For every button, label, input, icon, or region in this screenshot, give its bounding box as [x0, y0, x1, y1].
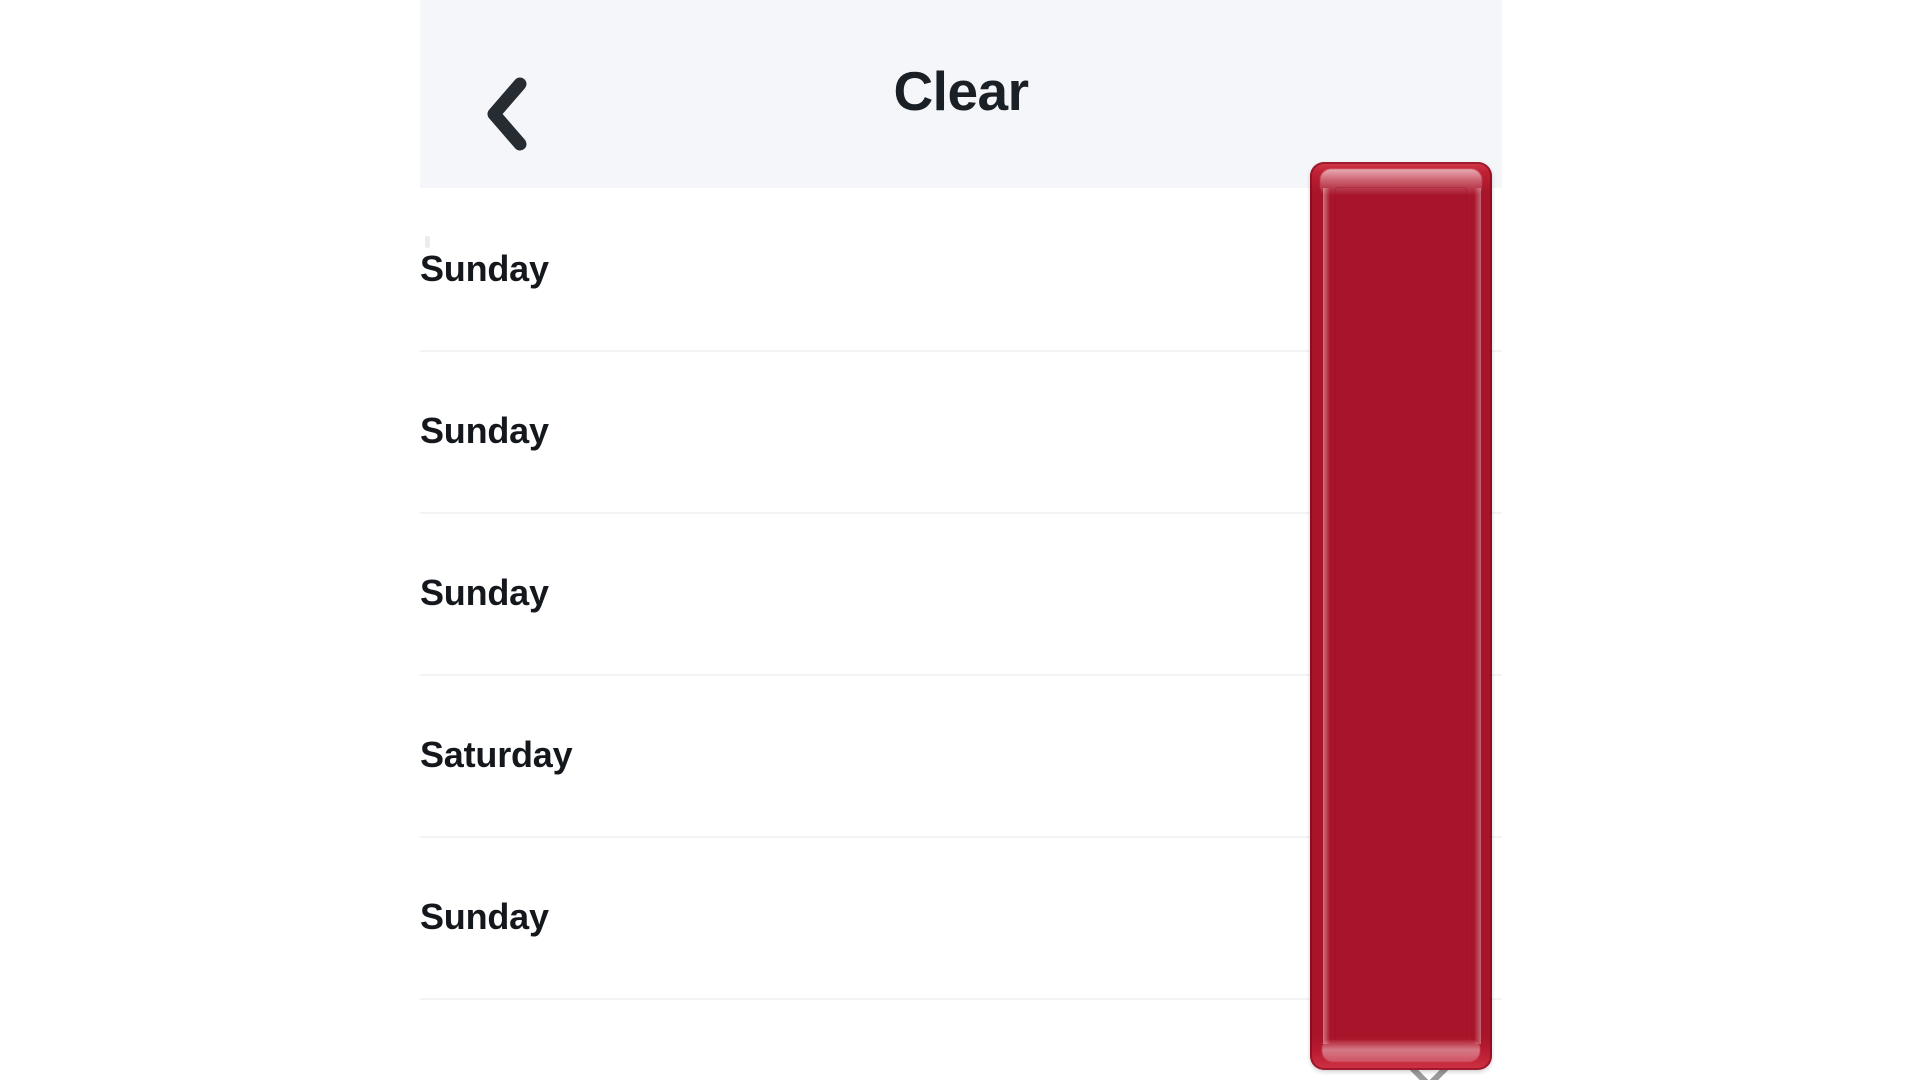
- close-x-icon: [1378, 894, 1424, 940]
- app-header: Clear: [420, 0, 1502, 188]
- row-label: Sunday: [420, 410, 549, 451]
- row-label: Sunday: [420, 248, 549, 289]
- clear-row-button[interactable]: [1346, 836, 1456, 998]
- history-list: Sunday Sunday Sunday Saturday Sunday: [420, 188, 1502, 1080]
- row-label: Saturday: [420, 734, 573, 775]
- clear-row-button[interactable]: [1346, 512, 1456, 674]
- app-panel: Clear Sunday Sunday Sunday Saturday Sund…: [420, 0, 1502, 1080]
- clear-row-button[interactable]: [1346, 674, 1456, 836]
- close-x-icon: [1378, 570, 1424, 616]
- table-row[interactable]: Sunday: [420, 512, 1502, 674]
- row-label: Sunday: [420, 896, 549, 937]
- table-row[interactable]: Sunday: [420, 836, 1502, 998]
- clear-row-button-partial[interactable]: [1406, 1062, 1454, 1080]
- table-row[interactable]: Sunday: [420, 188, 1502, 350]
- page-title: Clear: [893, 59, 1029, 122]
- close-x-icon: [1378, 246, 1424, 292]
- close-x-icon: [1378, 732, 1424, 778]
- table-row[interactable]: [420, 998, 1502, 1080]
- row-label: Sunday: [420, 572, 549, 613]
- screen-canvas: Clear Sunday Sunday Sunday Saturday Sund…: [0, 0, 1920, 1080]
- clear-row-button[interactable]: [1346, 350, 1456, 512]
- table-row[interactable]: Sunday: [420, 350, 1502, 512]
- table-row[interactable]: Saturday: [420, 674, 1502, 836]
- clear-row-button[interactable]: [1346, 188, 1456, 350]
- close-x-icon: [1378, 408, 1424, 454]
